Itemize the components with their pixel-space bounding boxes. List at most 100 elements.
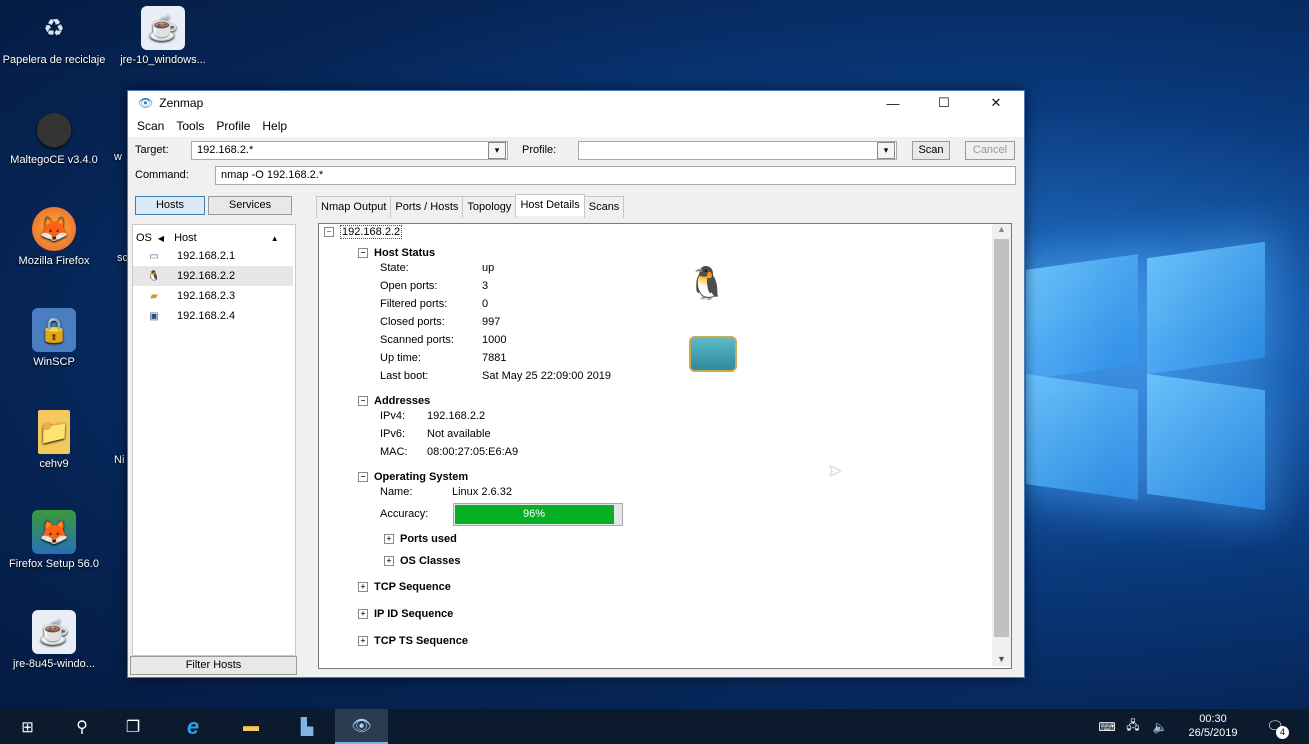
hosts-view-button[interactable]: Hosts bbox=[135, 196, 205, 215]
firefox-shortcut[interactable]: 🦊 Mozilla Firefox bbox=[2, 207, 106, 267]
host-status-section[interactable]: − Host Status bbox=[358, 247, 435, 259]
taskbar-zenmap[interactable]: 👁 bbox=[335, 709, 388, 744]
section-title: Operating System bbox=[374, 471, 469, 483]
search-button[interactable]: ⚲ bbox=[57, 709, 107, 744]
tab-topology[interactable]: Topology bbox=[462, 196, 517, 218]
java-icon: ☕ bbox=[32, 610, 76, 654]
status-value: 0 bbox=[482, 298, 489, 310]
linux-penguins-icon: 🐧 bbox=[687, 265, 727, 301]
expand-icon[interactable]: + bbox=[358, 582, 368, 593]
action-center-button[interactable]: 🗨 4 bbox=[1258, 709, 1292, 744]
windows-start-icon: ⊞ bbox=[21, 718, 34, 736]
profile-select[interactable] bbox=[578, 141, 897, 160]
scroll-up-icon[interactable]: ▲ bbox=[992, 224, 1011, 234]
details-scrollbar[interactable]: ▲ ▼ bbox=[992, 224, 1011, 666]
os-classes-section[interactable]: + OS Classes bbox=[384, 555, 461, 567]
jre10-installer-shortcut[interactable]: ☕ jre-10_windows... bbox=[111, 6, 215, 66]
java-icon: ☕ bbox=[141, 6, 185, 50]
status-value: up bbox=[482, 262, 495, 274]
scan-button[interactable]: Scan bbox=[912, 141, 950, 160]
operating-system-section[interactable]: − Operating System bbox=[358, 471, 468, 483]
collapse-icon[interactable]: − bbox=[358, 396, 368, 407]
zenmap-eye-icon: 👁 bbox=[351, 717, 372, 735]
jre8-installer-shortcut[interactable]: ☕ jre-8u45-windo... bbox=[2, 610, 106, 670]
network-icon[interactable]: 🖧 bbox=[1122, 709, 1144, 744]
addresses-section[interactable]: − Addresses bbox=[358, 395, 430, 407]
target-input[interactable]: 192.168.2.* bbox=[191, 141, 508, 160]
tab-host-details[interactable]: Host Details bbox=[515, 194, 585, 216]
tab-scans[interactable]: Scans bbox=[583, 196, 625, 218]
tcp-ts-sequence-section[interactable]: + TCP TS Sequence bbox=[358, 635, 468, 647]
clock[interactable]: 00:30 26/5/2019 bbox=[1178, 712, 1248, 740]
host-row[interactable]: ▣ 192.168.2.4 bbox=[133, 306, 293, 326]
menu-tools[interactable]: Tools bbox=[176, 119, 204, 133]
menu-scan[interactable]: Scan bbox=[137, 119, 164, 133]
accuracy-label: Accuracy: bbox=[380, 508, 429, 520]
firefox-setup-shortcut[interactable]: 🦊 Firefox Setup 56.0 bbox=[2, 510, 106, 570]
window-title: Zenmap bbox=[159, 96, 204, 110]
winscp-icon: 🔒 bbox=[32, 308, 76, 352]
menu-help[interactable]: Help bbox=[262, 119, 287, 133]
mouse-pointer-icon: ➤ bbox=[828, 463, 842, 480]
host-row[interactable]: ▭ 192.168.2.1 bbox=[133, 246, 293, 266]
scroll-down-icon[interactable]: ▼ bbox=[992, 654, 1011, 664]
maximize-button[interactable]: ☐ bbox=[921, 91, 967, 115]
cehv9-folder[interactable]: 📁 cehv9 bbox=[2, 410, 106, 470]
keyboard-icon[interactable]: ⌨ bbox=[1096, 709, 1118, 744]
scrollbar-thumb[interactable] bbox=[994, 239, 1009, 637]
clock-time: 00:30 bbox=[1199, 713, 1227, 725]
filter-hosts-button[interactable]: Filter Hosts bbox=[130, 656, 297, 675]
collapse-icon[interactable]: − bbox=[358, 248, 368, 259]
volume-muted-icon[interactable]: 🔈 bbox=[1148, 709, 1172, 744]
tab-ports-hosts[interactable]: Ports / Hosts bbox=[390, 196, 464, 218]
collapse-icon[interactable]: − bbox=[358, 472, 368, 483]
start-button[interactable]: ⊞ bbox=[0, 709, 55, 744]
host-list-header[interactable]: OS ◀ Host ▲ bbox=[133, 228, 293, 248]
maltego-shortcut[interactable]: ⬤ MaltegoCE v3.4.0 bbox=[2, 106, 106, 166]
services-view-button[interactable]: Services bbox=[208, 196, 292, 215]
partial-shortcut-label: Ni bbox=[114, 454, 125, 466]
internet-explorer-icon: e bbox=[186, 713, 200, 739]
taskbar-server-manager[interactable]: ▙ bbox=[282, 709, 332, 744]
host-column-header[interactable]: Host bbox=[174, 232, 197, 244]
tab-nmap-output[interactable]: Nmap Output bbox=[316, 196, 392, 218]
taskbar-file-explorer[interactable]: ▬ bbox=[226, 709, 276, 744]
host-ip: 192.168.2.3 bbox=[177, 290, 236, 302]
target-dropdown-button[interactable]: ▾ bbox=[488, 142, 506, 159]
minimize-button[interactable]: — bbox=[870, 91, 916, 115]
ports-used-section[interactable]: + Ports used bbox=[384, 533, 457, 545]
title-bar[interactable]: 👁 Zenmap — ☐ ✕ bbox=[128, 91, 1024, 115]
recycle-bin-shortcut[interactable]: ♻ Papelera de reciclaje bbox=[2, 6, 106, 67]
winscp-shortcut[interactable]: 🔒 WinSCP bbox=[2, 308, 106, 368]
command-input[interactable]: nmap -O 192.168.2.* bbox=[215, 166, 1016, 185]
profile-dropdown-button[interactable]: ▾ bbox=[877, 142, 895, 159]
collapse-icon[interactable]: − bbox=[324, 227, 334, 238]
task-view-button[interactable]: ❐ bbox=[108, 709, 158, 744]
expand-icon[interactable]: + bbox=[358, 636, 368, 647]
expand-icon[interactable]: + bbox=[384, 556, 394, 567]
host-row[interactable]: ▰ 192.168.2.3 bbox=[133, 286, 293, 306]
os-column-header[interactable]: OS bbox=[136, 232, 152, 244]
expand-icon[interactable]: + bbox=[358, 609, 368, 620]
close-button[interactable]: ✕ bbox=[973, 91, 1019, 115]
host-ip: 192.168.2.1 bbox=[177, 250, 236, 262]
os-name-value: Linux 2.6.32 bbox=[452, 486, 512, 498]
taskbar-internet-explorer[interactable]: e bbox=[168, 709, 218, 744]
status-value: 7881 bbox=[482, 352, 507, 364]
host-ip: 192.168.2.4 bbox=[177, 310, 236, 322]
task-view-icon: ❐ bbox=[125, 718, 141, 736]
host-ip: 192.168.2.2 bbox=[177, 270, 236, 282]
host-row-selected[interactable]: 🐧 192.168.2.2 bbox=[133, 266, 293, 286]
host-details-panel: −192.168.2.2 − Host Status State: up Open… bbox=[318, 223, 1012, 669]
target-label: Target: bbox=[135, 144, 169, 156]
menu-profile[interactable]: Profile bbox=[216, 119, 250, 133]
cancel-button[interactable]: Cancel bbox=[965, 141, 1015, 160]
command-label: Command: bbox=[135, 169, 189, 181]
folder-icon: 📁 bbox=[38, 410, 70, 454]
accuracy-percent: 96% bbox=[522, 508, 546, 520]
tcp-sequence-section[interactable]: + TCP Sequence bbox=[358, 581, 451, 593]
status-value: 1000 bbox=[482, 334, 507, 346]
ip-id-sequence-section[interactable]: + IP ID Sequence bbox=[358, 608, 453, 620]
host-node[interactable]: −192.168.2.2 bbox=[324, 225, 403, 239]
expand-icon[interactable]: + bbox=[384, 534, 394, 545]
